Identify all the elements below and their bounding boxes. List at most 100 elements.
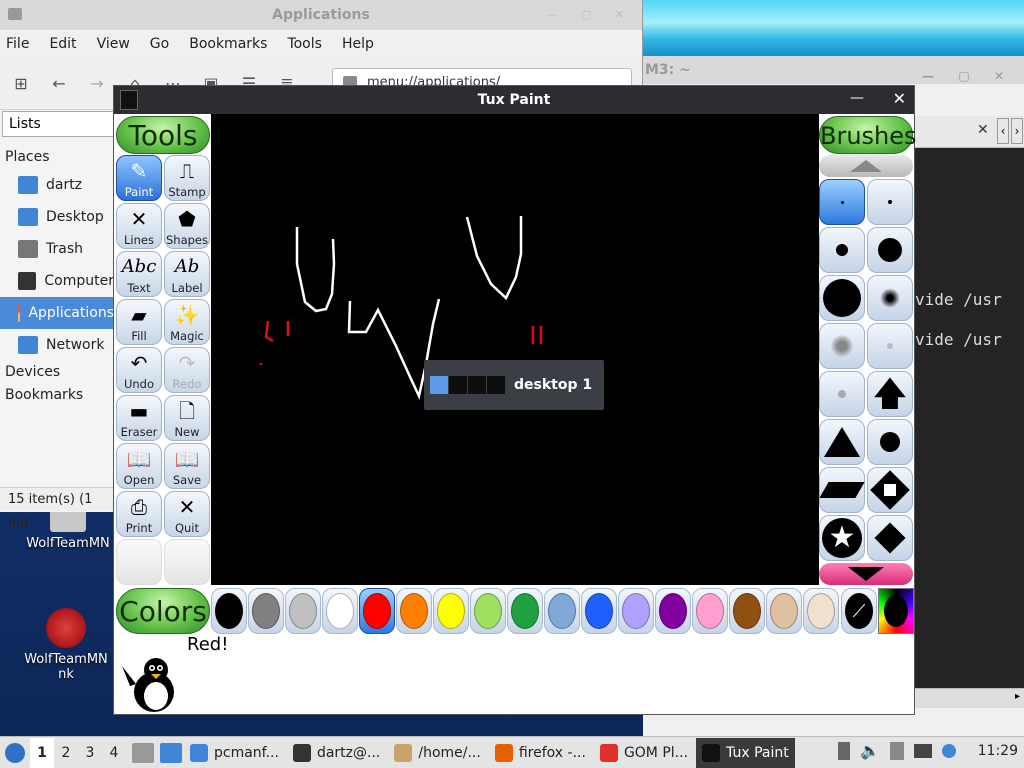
volume-icon[interactable]: 🔈 bbox=[860, 741, 880, 760]
show-desktop-button[interactable] bbox=[160, 742, 182, 763]
file-manager-titlebar[interactable]: Applications — ▢ ✕ bbox=[0, 0, 642, 30]
workspace-1[interactable]: 1 bbox=[30, 737, 54, 768]
place-trash[interactable]: Trash bbox=[0, 233, 114, 265]
clipboard-icon[interactable] bbox=[889, 741, 904, 760]
menu-help[interactable]: Help bbox=[342, 36, 374, 52]
tool-new[interactable]: 🗋 New bbox=[164, 395, 210, 441]
brush-star[interactable]: ★ bbox=[819, 515, 865, 561]
color-swatch-yellow[interactable] bbox=[433, 588, 469, 634]
minimize-button[interactable]: — bbox=[850, 90, 864, 106]
terminal-screen[interactable]: vide /usr vide /usr bbox=[915, 148, 1024, 688]
color-swatch-white[interactable] bbox=[322, 588, 358, 634]
taskbar-task-firefox[interactable]: firefox -... bbox=[489, 738, 592, 768]
tool-open[interactable]: 📖 Open bbox=[116, 443, 162, 489]
menu-bookmarks[interactable]: Bookmarks bbox=[189, 36, 267, 52]
close-button[interactable]: ✕ bbox=[893, 89, 906, 108]
place-desktop[interactable]: Desktop bbox=[0, 201, 114, 233]
tool-magic[interactable]: ✨ Magic bbox=[164, 299, 210, 345]
brush-small-dot[interactable] bbox=[867, 179, 913, 225]
color-swatch-orange[interactable] bbox=[396, 588, 432, 634]
side-pane-mode-select[interactable]: Lists bbox=[2, 111, 114, 137]
menu-go[interactable]: Go bbox=[150, 36, 169, 52]
brush-soft-gray[interactable] bbox=[819, 323, 865, 369]
color-swatch-beige[interactable] bbox=[803, 588, 839, 634]
brush-diamond[interactable] bbox=[867, 515, 913, 561]
brush-round[interactable] bbox=[867, 419, 913, 465]
tab-scroll-left-icon[interactable]: ‹ bbox=[997, 118, 1009, 144]
eject-icon[interactable] bbox=[838, 741, 850, 760]
place-network[interactable]: Network bbox=[0, 329, 114, 361]
brush-huge-dot[interactable] bbox=[819, 275, 865, 321]
brush-parallelogram[interactable] bbox=[819, 467, 865, 513]
tuxpaint-titlebar[interactable]: Tux Paint — ✕ bbox=[114, 86, 914, 114]
color-swatch-lavender[interactable] bbox=[618, 588, 654, 634]
tool-text[interactable]: Abc Text bbox=[116, 251, 162, 297]
terminal-window-controls[interactable]: — ▢ ✕ bbox=[922, 62, 1014, 90]
tool-stamp[interactable]: ⎍ Stamp bbox=[164, 155, 210, 201]
color-swatch-purple[interactable] bbox=[655, 588, 691, 634]
network-status-icon[interactable] bbox=[913, 743, 932, 758]
tool-fill[interactable]: ▰ Fill bbox=[116, 299, 162, 345]
rainbow-color-selector[interactable] bbox=[878, 588, 914, 634]
menu-file[interactable]: File bbox=[6, 36, 29, 52]
menu-tools[interactable]: Tools bbox=[287, 36, 322, 52]
color-swatch-blue[interactable] bbox=[581, 588, 617, 634]
place-dartz[interactable]: dartz bbox=[0, 169, 114, 201]
place-computer[interactable]: Computer bbox=[0, 265, 114, 297]
place-applications[interactable]: Applications bbox=[0, 297, 114, 329]
brushes-scroll-down-button[interactable] bbox=[819, 563, 913, 585]
tool-print[interactable]: ⎙ Print bbox=[116, 491, 162, 537]
taskbar-task-terminal[interactable]: dartz@... bbox=[287, 738, 386, 768]
brush-large-dot[interactable] bbox=[867, 227, 913, 273]
tool-undo[interactable]: ↶ Undo bbox=[116, 347, 162, 393]
tool-label-tool[interactable]: Ab Label bbox=[164, 251, 210, 297]
tab-scroll-right-icon[interactable]: › bbox=[1011, 118, 1023, 144]
scroll-right-arrow-icon[interactable]: ▸ bbox=[1015, 691, 1020, 702]
tool-lines[interactable]: ✕ Lines bbox=[116, 203, 162, 249]
terminal-titlebar[interactable]: M3: ~ — ▢ ✕ bbox=[643, 56, 1024, 84]
color-swatch-brown[interactable] bbox=[729, 588, 765, 634]
color-picker-button[interactable]: ⟋ bbox=[841, 588, 877, 634]
brushes-scroll-up-button[interactable] bbox=[819, 155, 913, 177]
drawing-canvas[interactable] bbox=[211, 114, 819, 585]
new-tab-icon[interactable]: ⊞ bbox=[10, 73, 32, 95]
tool-paint[interactable]: ✎ Paint bbox=[116, 155, 162, 201]
brush-medium-dot[interactable] bbox=[819, 227, 865, 273]
window-controls[interactable]: — ▢ ✕ bbox=[546, 8, 634, 21]
start-menu-button[interactable] bbox=[0, 738, 30, 768]
taskbar-task-tuxpaint[interactable]: Tux Paint bbox=[696, 737, 795, 768]
color-swatch-black[interactable] bbox=[211, 588, 247, 634]
tool-quit[interactable]: ✕ Quit bbox=[164, 491, 210, 537]
brush-spray[interactable] bbox=[819, 371, 865, 417]
color-swatch-pink[interactable] bbox=[692, 588, 728, 634]
color-swatch-red[interactable] bbox=[359, 588, 395, 634]
workspace-3[interactable]: 3 bbox=[78, 745, 102, 761]
bluetooth-icon[interactable] bbox=[941, 743, 956, 758]
workspace-4[interactable]: 4 bbox=[102, 745, 126, 761]
color-swatch-silver[interactable] bbox=[285, 588, 321, 634]
workspace-2[interactable]: 2 bbox=[54, 745, 78, 761]
tool-save[interactable]: 📖 Save bbox=[164, 443, 210, 489]
tool-eraser[interactable]: ▬ Eraser bbox=[116, 395, 162, 441]
brush-arrow-up[interactable]: 🡅 bbox=[867, 371, 913, 417]
brush-soft-tiny[interactable] bbox=[867, 323, 913, 369]
close-tab-icon[interactable]: ✕ bbox=[977, 122, 989, 138]
tool-redo[interactable]: ↷ Redo bbox=[164, 347, 210, 393]
tool-shapes[interactable]: ⬟ Shapes bbox=[164, 203, 210, 249]
taskbar-task-gom-player[interactable]: GOM Pl... bbox=[594, 738, 694, 768]
brush-tiny-dot[interactable] bbox=[819, 179, 865, 225]
color-swatch-gray[interactable] bbox=[248, 588, 284, 634]
color-swatch-light-green[interactable] bbox=[470, 588, 506, 634]
desktop-icon-wolfteam-red[interactable]: WolfTeamMN nk bbox=[16, 608, 116, 682]
color-swatch-sky-blue[interactable] bbox=[544, 588, 580, 634]
taskbar-task-archive[interactable]: /home/... bbox=[388, 738, 486, 768]
brush-fuzzy-dot[interactable] bbox=[867, 275, 913, 321]
back-arrow-icon[interactable]: ← bbox=[48, 73, 70, 95]
color-swatch-tan[interactable] bbox=[766, 588, 802, 634]
forward-arrow-icon[interactable]: → bbox=[86, 73, 108, 95]
brush-triangle[interactable] bbox=[819, 419, 865, 465]
taskbar-task-folder[interactable]: pcmanf... bbox=[184, 738, 285, 768]
desktop-icon-wolfteam[interactable]: WolfTeamMN bbox=[18, 510, 118, 551]
color-swatch-green[interactable] bbox=[507, 588, 543, 634]
brush-diamond-square[interactable] bbox=[867, 467, 913, 513]
